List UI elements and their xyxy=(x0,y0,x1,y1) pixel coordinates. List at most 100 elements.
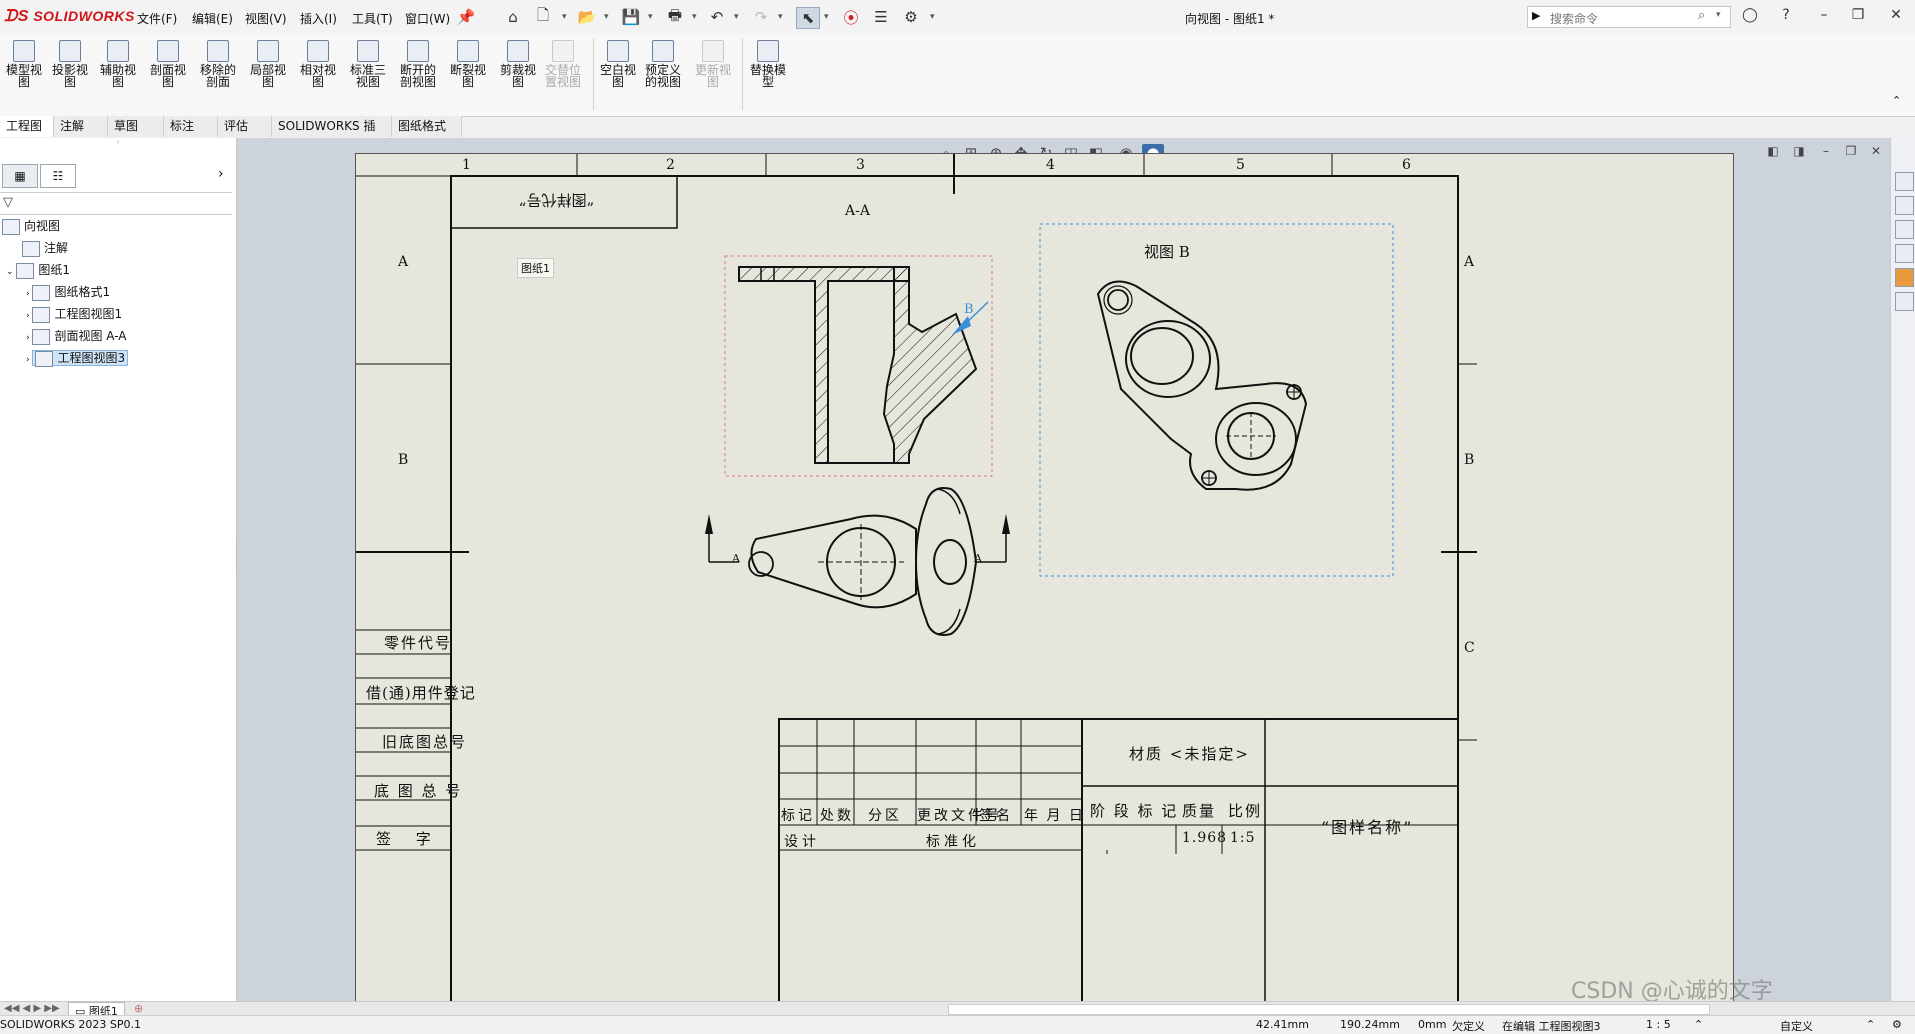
ribbon-button-13[interactable]: 预定义的视图 xyxy=(640,40,686,88)
chevron-up-icon[interactable]: ⌃ xyxy=(1694,1018,1703,1031)
design-library-icon[interactable] xyxy=(1895,196,1914,215)
tab-4[interactable]: 评估 xyxy=(218,116,272,137)
custom-properties-icon[interactable] xyxy=(1895,292,1914,311)
open-folder-icon[interactable]: 📂 xyxy=(576,7,598,27)
doc-restore-icon[interactable]: ❐ xyxy=(1840,144,1862,158)
ribbon-button-15[interactable]: 替换模型 xyxy=(745,40,791,88)
help-icon[interactable]: ? xyxy=(1774,7,1798,23)
ribbon-button-8[interactable]: 断开的剖视图 xyxy=(395,40,441,88)
solidworks-resources-icon[interactable] xyxy=(1895,172,1914,191)
select-pointer-icon[interactable]: ⬉ xyxy=(796,7,820,29)
ribbon-button-6[interactable]: 相对视图 xyxy=(295,40,341,88)
settings-icon[interactable]: ⚙ xyxy=(1892,1018,1902,1031)
ribbon-button-7[interactable]: 标准三视图 xyxy=(345,40,391,88)
view-arrow-label[interactable]: B xyxy=(964,302,974,317)
search-box[interactable]: ▶ 搜索命令 ⌕ ▾ xyxy=(1527,6,1731,28)
ribbon-button-14[interactable]: 更新视图 xyxy=(690,40,736,88)
drawing-sheet[interactable]: 1 2 3 4 5 6 A B A B C “图样代号” 图纸1 A-A 视图 … xyxy=(355,153,1734,1005)
appearances-icon[interactable] xyxy=(1895,268,1914,287)
chevron-down-icon[interactable]: ▾ xyxy=(824,12,829,22)
close-window-icon[interactable]: ✕ xyxy=(1884,7,1908,23)
new-document-icon[interactable]: 🗋 xyxy=(532,6,554,27)
menu-edit[interactable]: 编辑(E) xyxy=(192,10,233,27)
chevron-down-icon[interactable]: ▾ xyxy=(604,12,609,22)
tb-material[interactable]: 材质 <未指定> xyxy=(1129,743,1250,764)
section-view-title[interactable]: A-A xyxy=(845,203,870,219)
chevron-down-icon[interactable]: ▾ xyxy=(734,12,739,22)
file-properties-icon[interactable]: ☰ xyxy=(870,7,892,27)
ribbon-button-5[interactable]: 局部视图 xyxy=(245,40,291,88)
ribbon-button-10[interactable]: 剪裁视图 xyxy=(495,40,541,88)
feature-tree-tab-icon[interactable]: ▦ xyxy=(2,164,38,188)
menu-view[interactable]: 视图(V) xyxy=(245,10,287,27)
graphics-area[interactable]: ⌕ ⊞ ⊕ ✥ ↻ ◫ ◧ ◉ ● ◧ ◨ – ❐ ✕ xyxy=(237,138,1890,1005)
tab-5[interactable]: SOLIDWORKS 插件 xyxy=(272,116,392,154)
user-account-icon[interactable]: ◯ xyxy=(1738,7,1762,23)
ribbon-button-9[interactable]: 断裂视图 xyxy=(445,40,491,88)
collapse-ribbon-icon[interactable]: ⌃ xyxy=(1892,94,1901,107)
doc-minimize-icon[interactable]: – xyxy=(1815,144,1837,158)
tab-6[interactable]: 图纸格式 xyxy=(392,116,462,137)
add-sheet-icon[interactable]: ⊕ xyxy=(134,1002,143,1015)
split-view-icon[interactable]: ◧ xyxy=(1762,144,1784,158)
menu-insert[interactable]: 插入(I) xyxy=(300,10,337,27)
home-icon[interactable]: ⌂ xyxy=(502,7,524,27)
menu-window[interactable]: 窗口(W) xyxy=(405,10,450,27)
tab-0[interactable]: 工程图 xyxy=(0,116,54,137)
tree-item-view1[interactable]: › 工程图视图1 xyxy=(26,304,122,324)
chevron-down-icon[interactable]: ▾ xyxy=(1716,10,1721,20)
tree-item-sheet-format[interactable]: › 图纸格式1 xyxy=(26,282,110,302)
pin-icon[interactable]: 📌 xyxy=(455,7,477,27)
chevron-down-icon[interactable]: ⌄ xyxy=(6,267,16,277)
minimize-window-icon[interactable]: – xyxy=(1812,7,1836,23)
tree-item-annotations[interactable]: 注解 xyxy=(22,238,68,258)
menu-file[interactable]: 文件(F) xyxy=(137,10,177,27)
file-explorer-icon[interactable] xyxy=(1895,220,1914,239)
tree-item-label: 剖面视图 A-A xyxy=(54,329,127,343)
redo-icon[interactable]: ↷ xyxy=(750,7,772,27)
chevron-down-icon[interactable]: ▾ xyxy=(648,12,653,22)
restore-window-icon[interactable]: ❐ xyxy=(1846,7,1870,23)
chevron-down-icon[interactable]: ▾ xyxy=(692,12,697,22)
ribbon-button-11[interactable]: 交替位置视图 xyxy=(540,40,586,88)
doc-close-icon[interactable]: ✕ xyxy=(1865,144,1887,158)
print-icon[interactable]: 🖶 xyxy=(664,6,686,27)
tree-root[interactable]: 向视图 xyxy=(2,216,60,236)
view-b-title[interactable]: 视图 B xyxy=(1144,241,1190,262)
split-view-icon[interactable]: ◨ xyxy=(1788,144,1810,158)
ribbon-tool-icon xyxy=(507,40,529,62)
tab-2[interactable]: 草图 xyxy=(108,116,164,137)
ribbon-button-12[interactable]: 空白视图 xyxy=(595,40,641,88)
chevron-right-icon[interactable]: › xyxy=(218,166,224,182)
search-icon[interactable]: ⌕ xyxy=(1698,8,1705,23)
chevron-down-icon[interactable]: ▾ xyxy=(778,12,783,22)
panel-grip-icon[interactable]: ◦ xyxy=(0,138,236,147)
options-gear-icon[interactable]: ⚙ xyxy=(900,7,922,27)
tree-item-view3[interactable]: › 工程图视图3 xyxy=(26,348,129,368)
tree-item-section-aa[interactable]: › 剖面视图 A-A xyxy=(26,326,127,346)
save-icon[interactable]: 💾 xyxy=(620,7,642,27)
property-manager-tab-icon[interactable]: ☷ xyxy=(40,164,76,188)
tab-1[interactable]: 注解 xyxy=(54,116,108,137)
tree-item-sheet[interactable]: ⌄ 图纸1 xyxy=(6,260,70,280)
ribbon-button-3[interactable]: 剖面视图 xyxy=(145,40,191,88)
sheet-scroll-arrows-icon[interactable]: ◀◀ ◀ ▶ ▶▶ xyxy=(4,1003,60,1014)
ribbon-button-0[interactable]: 模型视图 xyxy=(1,40,47,88)
ribbon-button-4[interactable]: 移除的剖面 xyxy=(195,40,241,88)
tb-drawing-name[interactable]: “图样名称” xyxy=(1321,814,1413,838)
view-palette-icon[interactable] xyxy=(1895,244,1914,263)
horizontal-scrollbar[interactable] xyxy=(948,1004,1710,1015)
traffic-light-icon[interactable]: ⦿ xyxy=(840,7,862,27)
chevron-down-icon[interactable]: ▾ xyxy=(562,12,567,22)
filter-icon[interactable]: ▽ xyxy=(3,195,13,210)
chevron-up-icon[interactable]: ⌃ xyxy=(1866,1018,1875,1031)
menu-tools[interactable]: 工具(T) xyxy=(352,10,393,27)
chevron-down-icon[interactable]: ▾ xyxy=(930,12,935,22)
ribbon-button-2[interactable]: 辅助视图 xyxy=(95,40,141,88)
undo-icon[interactable]: ↶ xyxy=(706,7,728,27)
solidworks-logo[interactable]: ᗪS SOLIDWORKS xyxy=(4,8,135,26)
sheet-scale[interactable]: 1 : 5 xyxy=(1646,1018,1671,1031)
tab-3[interactable]: 标注 xyxy=(164,116,218,137)
sheet-tag[interactable]: 图纸1 xyxy=(517,258,554,278)
ribbon-button-1[interactable]: 投影视图 xyxy=(47,40,93,88)
